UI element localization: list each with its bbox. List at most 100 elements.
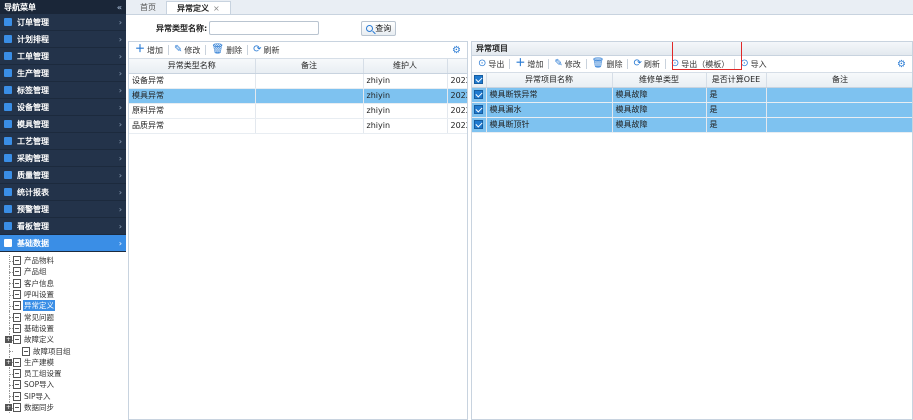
collapse-sidebar-icon[interactable]: « bbox=[117, 3, 122, 12]
sidebar-item[interactable]: 看板管理 › bbox=[0, 218, 126, 235]
tree-node[interactable]: 故障项目组 bbox=[0, 345, 126, 357]
sidebar-item[interactable]: 统计报表 › bbox=[0, 184, 126, 201]
sidebar-item[interactable]: 设备管理 › bbox=[0, 99, 126, 116]
exception-item-panel: 异常项目 ⊙ 导出 ＋增加 ✎ 修改 🗑 删除 ⟳ 刷新 ⊙ 导出（模板） ⊙ 导入 ⚙ 异… bbox=[471, 41, 913, 420]
sidebar-item[interactable]: 质量管理 › bbox=[0, 167, 126, 184]
tree-node[interactable]: SIP导入 bbox=[0, 390, 126, 402]
tree-node[interactable]: 员工组设置 bbox=[0, 367, 126, 380]
tree-node[interactable]: 基础设置 bbox=[0, 322, 126, 335]
refresh-button[interactable]: ⟳ 刷新 bbox=[249, 43, 283, 57]
tree-node-label: 呼叫设置 bbox=[24, 290, 54, 300]
column-header[interactable] bbox=[447, 59, 467, 74]
tree-node[interactable]: 异常定义 bbox=[0, 300, 126, 312]
sidebar-item[interactable]: 采购管理 › bbox=[0, 150, 126, 167]
cell-name: 模具异常 bbox=[129, 88, 256, 104]
column-header[interactable]: 维修单类型 bbox=[612, 73, 707, 88]
sidebar-item-label: 标签管理 bbox=[17, 85, 49, 95]
main-area: 首页 异常定义 × 异常类型名称: 查询 ＋增加 ✎ 修改 🗑 删除 ⟳ 刷新 ⚙ 异… bbox=[126, 0, 913, 420]
search-input[interactable] bbox=[209, 21, 320, 35]
cell-note bbox=[766, 117, 912, 133]
document-icon bbox=[13, 380, 21, 390]
search-bar: 异常类型名称: 查询 bbox=[126, 17, 913, 39]
edit-button[interactable]: ✎ 修改 bbox=[170, 43, 204, 57]
tree-node[interactable]: 呼叫设置 bbox=[0, 288, 126, 301]
divider bbox=[664, 59, 666, 69]
row-checkbox[interactable] bbox=[472, 102, 487, 118]
tree-node[interactable]: SOP导入 bbox=[0, 379, 126, 391]
column-header[interactable]: 备注 bbox=[766, 73, 912, 88]
divider bbox=[205, 45, 207, 55]
query-button[interactable]: 查询 bbox=[361, 20, 397, 36]
expand-icon[interactable]: + bbox=[5, 403, 12, 411]
sidebar-menu: 订单管理 › 计划排程 › 工单管理 › 生产管理 › 标签管理 › 设备管理 › 模具管理 › 工艺管理 ›… bbox=[0, 14, 126, 252]
column-header[interactable]: 异常项目名称 bbox=[486, 73, 613, 88]
sidebar-item[interactable]: 模具管理 › bbox=[0, 116, 126, 133]
menu-icon bbox=[4, 188, 12, 196]
tree-node[interactable]: 产品物料 bbox=[0, 255, 126, 267]
tab-exception-definition[interactable]: 异常定义 × bbox=[166, 1, 231, 14]
delete-button[interactable]: 🗑 删除 bbox=[207, 43, 246, 57]
delete-button[interactable]: 🗑 删除 bbox=[588, 57, 627, 71]
table-row[interactable]: 模具断顶针 模具故障是 bbox=[472, 117, 912, 133]
sidebar-item[interactable]: 基础数据 › bbox=[0, 235, 126, 252]
document-icon bbox=[13, 335, 21, 345]
plus-icon: ＋ bbox=[515, 58, 526, 69]
expand-icon[interactable]: + bbox=[5, 336, 12, 344]
sidebar-item[interactable]: 工艺管理 › bbox=[0, 133, 126, 150]
sidebar-item-label: 预警管理 bbox=[17, 204, 49, 214]
tree-node-label: 数据同步 bbox=[24, 403, 54, 412]
table-row[interactable]: 模具漏水 模具故障是 bbox=[472, 102, 912, 118]
tree-node[interactable]: + 数据同步 bbox=[0, 401, 126, 414]
select-all-checkbox[interactable] bbox=[472, 73, 487, 88]
tree-node[interactable]: 客户信息 bbox=[0, 277, 126, 289]
sidebar-item[interactable]: 工单管理 › bbox=[0, 48, 126, 65]
refresh-button[interactable]: ⟳ 刷新 bbox=[629, 57, 663, 71]
tree-node[interactable]: 产品组 bbox=[0, 266, 126, 278]
chevron-right-icon: › bbox=[118, 238, 122, 248]
column-header[interactable]: 是否计算OEE bbox=[706, 73, 767, 88]
tree-node[interactable]: 常见问题 bbox=[0, 311, 126, 323]
cell-maintainer: zhiyin bbox=[363, 118, 448, 134]
cell-date: 2022 bbox=[447, 118, 467, 134]
chevron-right-icon: › bbox=[118, 187, 122, 197]
gear-icon[interactable]: ⚙ bbox=[897, 59, 906, 70]
row-checkbox[interactable] bbox=[472, 117, 487, 133]
cell-name: 品质异常 bbox=[129, 118, 256, 134]
cell-note bbox=[255, 103, 364, 119]
checkbox-icon bbox=[474, 90, 484, 99]
tab-home[interactable]: 首页 bbox=[130, 1, 166, 14]
add-button[interactable]: ＋增加 bbox=[511, 57, 547, 71]
row-checkbox[interactable] bbox=[472, 87, 487, 103]
sidebar-item[interactable]: 生产管理 › bbox=[0, 65, 126, 82]
column-header[interactable]: 备注 bbox=[255, 59, 364, 74]
divider bbox=[247, 45, 249, 55]
column-header[interactable]: 异常类型名称 bbox=[129, 59, 256, 74]
add-button[interactable]: ＋增加 bbox=[131, 43, 167, 57]
table-row[interactable]: 模具异常 zhiyin2022 bbox=[129, 88, 467, 104]
table-row[interactable]: 原料异常 zhiyin2022 bbox=[129, 103, 467, 119]
table-row[interactable]: 模具断铁异常 模具故障是 bbox=[472, 87, 912, 103]
expand-icon[interactable]: + bbox=[5, 358, 12, 366]
table-header-row: 异常项目名称 维修单类型 是否计算OEE 备注 bbox=[472, 73, 912, 88]
menu-icon bbox=[4, 239, 12, 247]
document-icon bbox=[13, 391, 21, 401]
tree-node[interactable]: + 故障定义 bbox=[0, 334, 126, 346]
search-icon bbox=[366, 24, 374, 32]
cell-date: 2022 bbox=[447, 88, 467, 104]
exception-type-panel: ＋增加 ✎ 修改 🗑 删除 ⟳ 刷新 ⚙ 异常类型名称 备注 维护人 设备异常 zhiyin… bbox=[128, 41, 468, 420]
sidebar-item[interactable]: 计划排程 › bbox=[0, 31, 126, 48]
table-row[interactable]: 品质异常 zhiyin2022 bbox=[129, 118, 467, 134]
sidebar-item[interactable]: 标签管理 › bbox=[0, 82, 126, 99]
exception-type-table: 异常类型名称备注维护人 设备异常zhiyin2022模具异常zhiyin2022… bbox=[129, 59, 467, 134]
tree-node[interactable]: + 生产建模 bbox=[0, 356, 126, 368]
edit-button[interactable]: ✎ 修改 bbox=[550, 57, 584, 71]
sidebar-item[interactable]: 预警管理 › bbox=[0, 201, 126, 218]
close-icon[interactable]: × bbox=[213, 4, 220, 13]
sidebar-item-label: 计划排程 bbox=[17, 34, 49, 44]
sidebar-item[interactable]: 订单管理 › bbox=[0, 14, 126, 31]
sidebar-header: 导航菜单 « bbox=[0, 0, 126, 14]
export-button[interactable]: ⊙ 导出 bbox=[474, 57, 508, 71]
gear-icon[interactable]: ⚙ bbox=[452, 45, 461, 56]
table-row[interactable]: 设备异常 zhiyin2022 bbox=[129, 73, 467, 89]
column-header[interactable]: 维护人 bbox=[363, 59, 448, 74]
